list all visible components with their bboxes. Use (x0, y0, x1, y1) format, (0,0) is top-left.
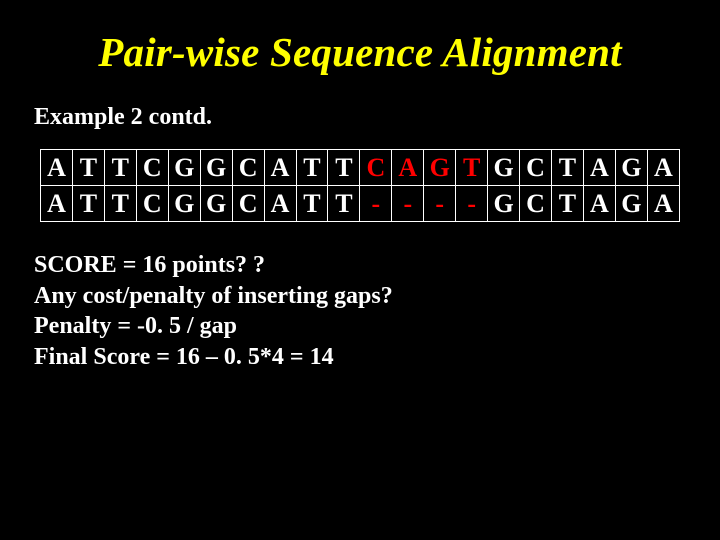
alignment-cell: A (583, 186, 615, 222)
alignment-cell: G (488, 186, 520, 222)
body-text: SCORE = 16 points? ? Any cost/penalty of… (34, 250, 684, 373)
alignment-cell: T (328, 150, 360, 186)
alignment-cell: A (392, 150, 424, 186)
alignment-cell: T (328, 186, 360, 222)
alignment-cell: A (647, 150, 679, 186)
slide: Pair-wise Sequence Alignment Example 2 c… (0, 0, 720, 540)
alignment-cell: A (41, 150, 73, 186)
alignment-cell: C (136, 186, 168, 222)
alignment-cell: G (200, 186, 232, 222)
alignment-cell: A (647, 186, 679, 222)
slide-title: Pair-wise Sequence Alignment (36, 28, 684, 76)
alignment-cell: - (456, 186, 488, 222)
alignment-cell: C (232, 186, 264, 222)
final-score-line: Final Score = 16 – 0. 5*4 = 14 (34, 342, 684, 373)
alignment-cell: G (168, 186, 200, 222)
alignment-row: ATTCGGCATT----GCTAGA (41, 186, 680, 222)
alignment-cell: T (552, 186, 584, 222)
alignment-cell: C (232, 150, 264, 186)
alignment-cell: - (424, 186, 456, 222)
question-line: Any cost/penalty of inserting gaps? (34, 281, 684, 312)
alignment-cell: A (41, 186, 73, 222)
alignment-cell: G (615, 150, 647, 186)
alignment-cell: G (488, 150, 520, 186)
alignment-cell: A (264, 150, 296, 186)
alignment-cell: C (520, 150, 552, 186)
alignment-row: ATTCGGCATTCAGTGCTAGA (41, 150, 680, 186)
alignment-cell: A (583, 150, 615, 186)
alignment-cell: G (168, 150, 200, 186)
alignment-cell: G (200, 150, 232, 186)
score-line: SCORE = 16 points? ? (34, 250, 684, 281)
alignment-cell: C (136, 150, 168, 186)
alignment-cell: G (615, 186, 647, 222)
alignment-cell: - (392, 186, 424, 222)
alignment-cell: G (424, 150, 456, 186)
alignment-cell: T (296, 150, 328, 186)
alignment-cell: T (552, 150, 584, 186)
alignment-cell: - (360, 186, 392, 222)
alignment-cell: T (296, 186, 328, 222)
alignment-cell: T (456, 150, 488, 186)
penalty-line: Penalty = -0. 5 / gap (34, 311, 684, 342)
slide-subtitle: Example 2 contd. (34, 104, 684, 131)
alignment-cell: C (360, 150, 392, 186)
alignment-cell: T (104, 186, 136, 222)
alignment-cell: T (72, 186, 104, 222)
alignment-cell: T (72, 150, 104, 186)
alignment-table: ATTCGGCATTCAGTGCTAGAATTCGGCATT----GCTAGA (40, 149, 680, 222)
alignment-cell: A (264, 186, 296, 222)
alignment-cell: C (520, 186, 552, 222)
alignment-cell: T (104, 150, 136, 186)
